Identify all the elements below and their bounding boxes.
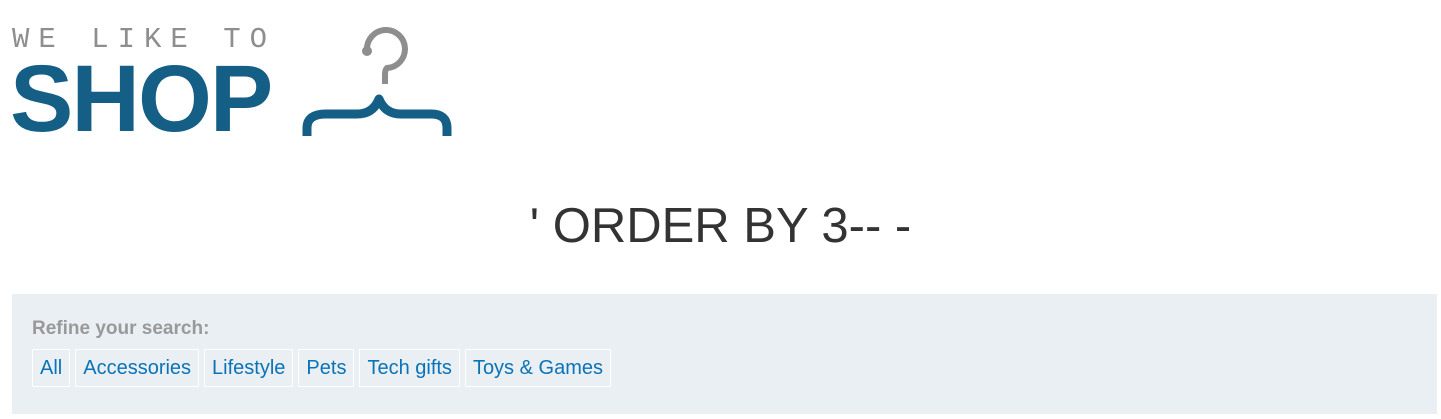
filter-link-tech-gifts[interactable]: Tech gifts	[359, 349, 460, 387]
filter-link-accessories[interactable]: Accessories	[75, 349, 200, 387]
category-filter-list: All Accessories Lifestyle Pets Tech gift…	[32, 349, 611, 387]
page-title: ' ORDER BY 3-- -	[529, 199, 912, 253]
site-logo[interactable]: WE LIKE TO SHOP	[10, 24, 455, 152]
filter-panel: Refine your search: All Accessories Life…	[12, 294, 1437, 414]
logo-wordmark: SHOP	[10, 46, 273, 152]
filter-heading: Refine your search:	[32, 318, 210, 339]
hanger-icon	[302, 27, 452, 136]
filter-link-lifestyle[interactable]: Lifestyle	[204, 349, 294, 387]
filter-link-toys-games[interactable]: Toys & Games	[464, 349, 611, 387]
filter-link-all[interactable]: All	[32, 349, 71, 387]
filter-link-pets[interactable]: Pets	[298, 349, 355, 387]
